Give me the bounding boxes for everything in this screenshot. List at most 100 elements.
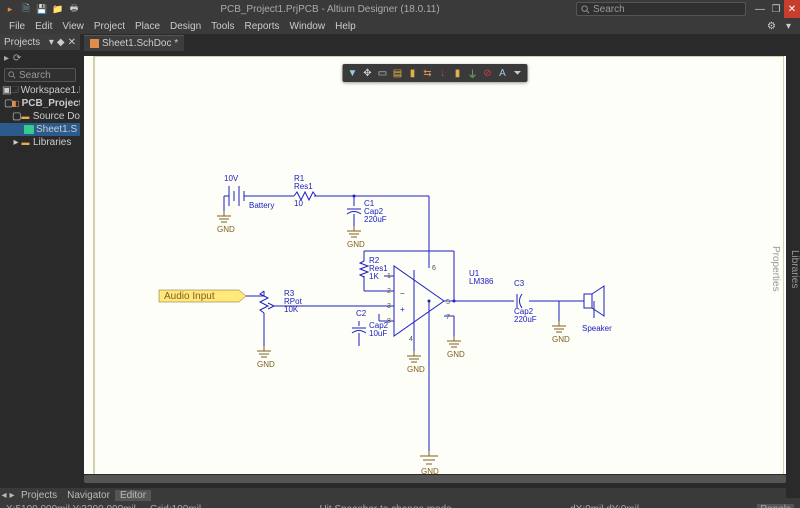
menu-edit[interactable]: Edit (30, 21, 57, 32)
projects-title: Projects (4, 37, 40, 48)
bottom-tabs: ◂ ▸ Projects Navigator Editor (0, 488, 800, 502)
folder-icon[interactable]: 📁 (52, 3, 64, 15)
svg-text:1K: 1K (369, 272, 379, 281)
app-icon: ▸ (4, 3, 16, 15)
svg-text:C2: C2 (356, 309, 367, 318)
global-search[interactable]: Search (576, 2, 746, 16)
net-icon[interactable]: ↓ (436, 66, 450, 80)
panel-close-icon[interactable]: ✕ (68, 37, 76, 48)
svg-text:Speaker: Speaker (582, 324, 612, 333)
scrollbar-horizontal[interactable] (84, 474, 786, 484)
svg-text:6: 6 (432, 265, 436, 272)
schdoc-icon (90, 39, 99, 48)
svg-text:10: 10 (294, 199, 303, 208)
scroll-thumb[interactable] (84, 475, 786, 483)
svg-text:10K: 10K (284, 305, 299, 314)
tab-next-icon[interactable]: ▸ (8, 490, 16, 501)
panel-pin-icon[interactable]: ◆ (57, 37, 65, 48)
menu-window[interactable]: Window (285, 21, 331, 32)
canvas-wrap: 10V Battery GND R1 Res1 10 (80, 52, 800, 488)
component-icon[interactable]: ▤ (391, 66, 405, 80)
tree-collapse-icon[interactable]: ▸ (4, 53, 9, 64)
menu-tools[interactable]: Tools (206, 21, 239, 32)
search-icon (8, 71, 16, 79)
projects-search-input[interactable]: Search (4, 68, 76, 82)
print-icon[interactable]: 🖶 (68, 3, 80, 15)
more-icon[interactable]: ⏷ (511, 66, 525, 80)
tree-workspace[interactable]: ▣🗔Workspace1.D (0, 84, 80, 97)
settings-icon[interactable]: ⚙ (762, 21, 781, 32)
gnd-icon[interactable]: ⏚ (466, 66, 480, 80)
rail-properties[interactable]: Properties (770, 242, 781, 296)
panels-button[interactable]: Panels (757, 504, 794, 508)
select-icon[interactable]: ▭ (376, 66, 390, 80)
status-hint: Hit Spacebar to change mode (319, 504, 451, 508)
projects-tree[interactable]: ▣🗔Workspace1.D ▢◧PCB_Project ▢▬Source Do… (0, 82, 80, 488)
search-placeholder: Search (593, 4, 625, 15)
tree-project[interactable]: ▢◧PCB_Project (0, 97, 80, 110)
svg-text:220uF: 220uF (364, 215, 387, 224)
document-tab[interactable]: Sheet1.SchDoc * (84, 35, 184, 51)
titlebar: ▸ 🗎 💾 📁 🖶 PCB_Project1.PrjPCB - Altium D… (0, 0, 800, 18)
svg-text:Audio Input: Audio Input (164, 291, 215, 302)
wire-icon[interactable]: ▮ (406, 66, 420, 80)
tree-libraries[interactable]: ▸▬Libraries (0, 136, 80, 149)
tab-projects[interactable]: Projects (16, 490, 62, 501)
tree-source-folder[interactable]: ▢▬Source Do (0, 110, 80, 123)
menu-reports[interactable]: Reports (240, 21, 285, 32)
document-tab-label: Sheet1.SchDoc * (102, 38, 178, 49)
svg-text:+: + (400, 305, 405, 314)
menu-project[interactable]: Project (89, 21, 130, 32)
right-fly-panels: Libraries Properties (786, 36, 800, 498)
menu-file[interactable]: File (4, 21, 30, 32)
projects-search-row: Search (0, 66, 80, 82)
svg-text:2: 2 (387, 288, 391, 295)
schematic-svg: 10V Battery GND R1 Res1 10 (84, 56, 784, 474)
editor-area: Sheet1.SchDoc * (80, 34, 800, 488)
tab-navigator[interactable]: Navigator (62, 490, 115, 501)
bus-icon[interactable]: ⇆ (421, 66, 435, 80)
close-button[interactable]: ✕ (784, 0, 800, 18)
svg-text:−: − (400, 289, 405, 298)
projects-search-placeholder: Search (19, 70, 51, 81)
svg-text:GND: GND (347, 240, 365, 249)
svg-text:1: 1 (387, 273, 391, 280)
tab-editor[interactable]: Editor (115, 490, 151, 501)
tree-refresh-icon[interactable]: ⟳ (13, 53, 21, 64)
svg-text:LM386: LM386 (469, 277, 494, 286)
status-grid: Grid:100mil (150, 504, 201, 508)
minimize-button[interactable]: — (752, 0, 768, 18)
svg-text:220uF: 220uF (514, 315, 537, 324)
filter-icon[interactable]: ▼ (346, 66, 360, 80)
menu-view[interactable]: View (57, 21, 89, 32)
save-icon[interactable]: 💾 (36, 3, 48, 15)
rail-libraries[interactable]: Libraries (789, 246, 800, 292)
svg-text:GND: GND (421, 467, 439, 474)
document-tabs: Sheet1.SchDoc * (80, 34, 800, 52)
open-icon[interactable]: 🗎 (20, 3, 32, 15)
maximize-button[interactable]: ❐ (768, 0, 784, 18)
text-icon[interactable]: A (496, 66, 510, 80)
tab-prev-icon[interactable]: ◂ (0, 490, 8, 501)
window-title: PCB_Project1.PrjPCB - Altium Designer (1… (84, 4, 576, 15)
projects-panel: Projects ▾ ◆ ✕ ▸ ⟳ Search ▣🗔Workspace1.D… (0, 34, 80, 488)
schematic-canvas[interactable]: 10V Battery GND R1 Res1 10 (84, 56, 786, 474)
caret-down-icon[interactable]: ▾ (781, 21, 796, 32)
menu-place[interactable]: Place (130, 21, 165, 32)
svg-text:4: 4 (409, 336, 413, 343)
panel-menu-icon[interactable]: ▾ (49, 37, 54, 48)
svg-text:GND: GND (257, 360, 275, 369)
port-icon[interactable]: ▮ (451, 66, 465, 80)
svg-text:Res1: Res1 (294, 182, 313, 191)
tree-document[interactable]: Sheet1.S (0, 123, 80, 136)
move-icon[interactable]: ✥ (361, 66, 375, 80)
power-icon[interactable]: ⊘ (481, 66, 495, 80)
status-delta: dX:0mil dY:0mil (570, 504, 639, 508)
menu-design[interactable]: Design (165, 21, 206, 32)
svg-text:Battery: Battery (249, 201, 274, 210)
window-controls: — ❐ ✕ (752, 0, 800, 18)
menu-help[interactable]: Help (330, 21, 361, 32)
svg-text:C3: C3 (514, 279, 525, 288)
svg-text:GND: GND (447, 350, 465, 359)
active-bar: ▼ ✥ ▭ ▤ ▮ ⇆ ↓ ▮ ⏚ ⊘ A ⏷ (343, 64, 528, 82)
